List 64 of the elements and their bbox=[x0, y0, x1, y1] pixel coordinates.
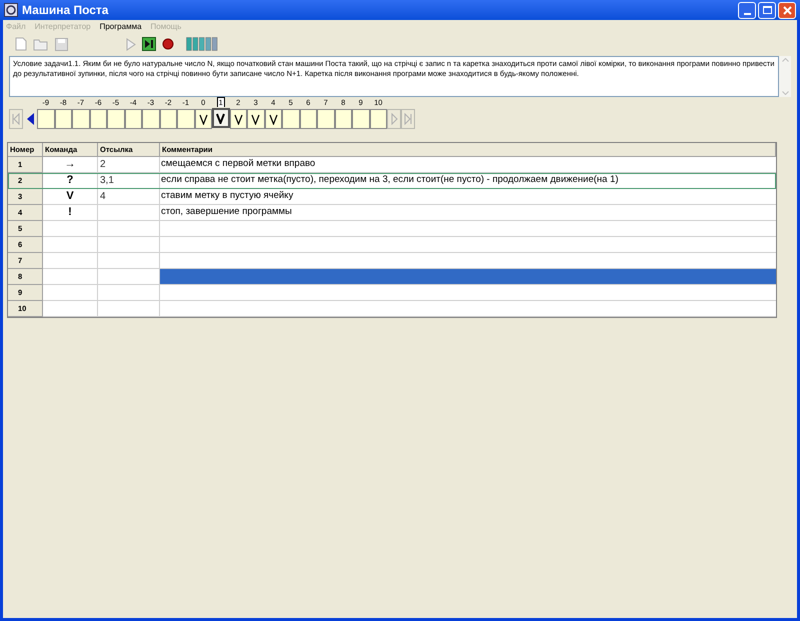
table-cell: если справа не стоит метка(пусто), переходим на 3, если стоит(не пусто) - продолжаем движение(на 1) bbox=[160, 173, 776, 189]
tape-cell[interactable] bbox=[72, 109, 90, 129]
table-cell bbox=[43, 221, 98, 237]
minimize-button[interactable] bbox=[738, 2, 756, 18]
play-icon bbox=[390, 113, 398, 125]
table-cell bbox=[98, 237, 160, 253]
mark-icon bbox=[216, 112, 226, 124]
table-cell bbox=[43, 253, 98, 269]
table-cell: V bbox=[43, 189, 98, 205]
tape-cell[interactable] bbox=[107, 109, 124, 129]
table-cell bbox=[98, 285, 160, 301]
table-cell: смещаемся с первой метки вправо bbox=[160, 157, 776, 173]
table-cell: ! bbox=[43, 205, 98, 221]
tape-cell[interactable] bbox=[194, 109, 212, 129]
speed-bars-icon[interactable] bbox=[186, 37, 218, 51]
window-title: Машина Поста bbox=[22, 2, 108, 19]
tape-cell[interactable] bbox=[160, 109, 177, 129]
tape-left-arrow-icon[interactable] bbox=[26, 113, 34, 125]
close-icon bbox=[782, 6, 792, 14]
tape-cell[interactable] bbox=[247, 109, 264, 129]
tape-cell[interactable] bbox=[334, 109, 352, 129]
tape-right-button[interactable] bbox=[387, 109, 401, 129]
step-icon[interactable] bbox=[142, 37, 156, 51]
menu-item[interactable]: Программа bbox=[100, 21, 142, 33]
table-cell bbox=[98, 205, 160, 221]
close-button[interactable] bbox=[778, 2, 796, 18]
tape-cell[interactable] bbox=[300, 109, 317, 129]
tape-cell[interactable] bbox=[142, 109, 160, 129]
table-cell bbox=[43, 285, 98, 301]
tape-cell[interactable] bbox=[37, 109, 54, 129]
tape-cell[interactable] bbox=[212, 108, 230, 128]
tape-cell[interactable] bbox=[264, 109, 282, 129]
skip-end-icon bbox=[404, 113, 412, 125]
tape-cell[interactable] bbox=[54, 109, 72, 129]
table-cell: ? bbox=[43, 173, 98, 189]
maximize-button[interactable] bbox=[758, 2, 776, 18]
record-icon[interactable] bbox=[162, 38, 174, 50]
tape-cell[interactable] bbox=[282, 109, 300, 129]
table-cell bbox=[98, 221, 160, 237]
table-cell bbox=[98, 301, 160, 317]
mark-icon bbox=[198, 114, 208, 124]
tape-last-button[interactable] bbox=[401, 109, 415, 129]
table-cell: → bbox=[43, 157, 98, 173]
table-cell bbox=[43, 237, 98, 253]
table-cell bbox=[43, 269, 98, 285]
tape-cell[interactable] bbox=[230, 109, 247, 129]
table-cell: стоп, завершение программы bbox=[160, 205, 776, 221]
table-cell: 3,1 bbox=[98, 173, 160, 189]
tape-cell[interactable] bbox=[90, 109, 107, 129]
table-cell: ставим метку в пустую ячейку bbox=[160, 189, 776, 205]
tape-cell[interactable] bbox=[124, 109, 142, 129]
mark-icon bbox=[251, 114, 260, 124]
table-cell bbox=[43, 301, 98, 317]
tape-cell[interactable] bbox=[317, 109, 334, 129]
tape-cell[interactable] bbox=[352, 109, 370, 129]
table-cell: 2 bbox=[98, 157, 160, 173]
mark-icon bbox=[234, 114, 243, 124]
mark-icon bbox=[268, 114, 278, 124]
skip-start-icon bbox=[12, 113, 20, 125]
table-cell bbox=[98, 253, 160, 269]
tape-cell[interactable] bbox=[370, 109, 387, 129]
table-cell: 4 bbox=[98, 189, 160, 205]
tape-cell[interactable] bbox=[177, 109, 194, 129]
app-icon bbox=[4, 3, 18, 17]
